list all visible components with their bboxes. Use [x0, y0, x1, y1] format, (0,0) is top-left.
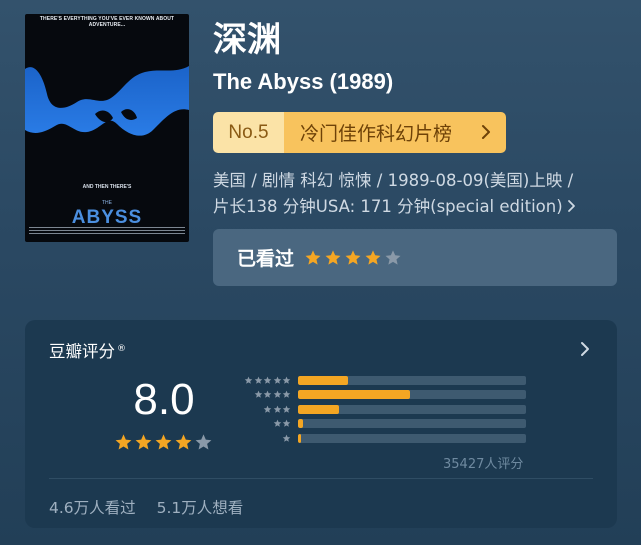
star-icon — [282, 434, 291, 442]
my-rating-box[interactable]: 已看过 — [213, 229, 617, 286]
user-rating-stars[interactable] — [304, 249, 402, 267]
star-icon — [135, 434, 152, 450]
star-icon — [155, 434, 172, 450]
meta-line-2: 片长138 分钟USA: 171 分钟(special edition) — [213, 197, 563, 216]
rating-bar-1-star — [231, 431, 526, 446]
star-icon — [282, 419, 291, 428]
bar-star-group — [231, 390, 291, 399]
star-icon — [263, 405, 272, 413]
rating-distribution — [231, 373, 526, 446]
rating-section-title-text: 豆瓣评分 — [49, 342, 115, 361]
rating-bar-2-star — [231, 417, 526, 432]
audience-stats: 4.6万人看过 5.1万人想看 — [49, 496, 259, 518]
rating-bar-5-star — [231, 373, 526, 388]
movie-meta[interactable]: 美国 / 剧情 科幻 惊悚 / 1989-08-09(美国)上映 / 片长138… — [213, 168, 623, 220]
chevron-right-icon — [482, 125, 490, 139]
bar-track — [298, 390, 526, 400]
poster-credits — [29, 227, 185, 239]
movie-poster[interactable]: THERE'S EVERYTHING YOU'VE EVER KNOWN ABO… — [25, 14, 189, 242]
bar-fill — [298, 419, 303, 429]
bar-star-group — [231, 434, 291, 443]
bar-star-group — [231, 376, 291, 385]
star-icon[interactable] — [384, 249, 402, 267]
star-icon — [273, 390, 281, 399]
bar-fill — [298, 375, 349, 385]
rating-score-stars — [114, 433, 213, 452]
star-icon — [195, 434, 212, 450]
star-icon — [273, 405, 281, 413]
star-icon — [254, 390, 262, 399]
douban-rating-card[interactable]: 豆瓣评分 ® 8.0 35427人评分 4.6万人看过 5.1万人想看 — [25, 320, 617, 528]
poster-title: ABYSS — [71, 207, 143, 228]
registered-mark: ® — [117, 344, 126, 354]
star-icon — [282, 390, 291, 399]
poster-tagline-mid: AND THEN THERE'S — [82, 184, 132, 190]
star-icon — [115, 434, 132, 450]
bar-star-group — [231, 419, 291, 428]
chevron-right-icon — [567, 200, 575, 212]
rank-list-name: 冷门佳作科幻片榜 — [300, 123, 453, 145]
rank-number: No.5 — [213, 112, 284, 153]
poster-tagline-top: THERE'S EVERYTHING YOU'VE EVER KNOWN ABO… — [39, 16, 175, 28]
rating-score: 8.0 — [133, 375, 195, 424]
rating-bar-4-star — [231, 388, 526, 403]
star-icon — [244, 376, 253, 384]
rank-list-name-wrap: 冷门佳作科幻片榜 — [284, 112, 506, 153]
bar-track — [298, 433, 526, 443]
star-icon — [263, 376, 272, 384]
watched-status-label: 已看过 — [237, 248, 295, 270]
divider — [49, 478, 593, 479]
bar-track — [298, 419, 526, 429]
star-icon[interactable] — [364, 249, 382, 267]
rank-list-button[interactable]: No.5 冷门佳作科幻片榜 — [213, 112, 506, 153]
star-icon — [282, 405, 291, 413]
rating-count: 35427人评分 — [443, 457, 524, 472]
watched-count: 4.6万人看过 — [49, 499, 136, 517]
bar-fill — [298, 404, 340, 414]
bar-fill — [298, 390, 410, 400]
bar-track — [298, 404, 526, 414]
chevron-right-icon[interactable] — [579, 341, 591, 357]
star-icon — [273, 376, 281, 384]
star-icon — [254, 376, 262, 384]
want-to-watch-count: 5.1万人想看 — [156, 499, 244, 517]
star-icon — [282, 376, 291, 384]
rating-bar-3-star — [231, 402, 526, 417]
poster-title-small: THE — [102, 200, 112, 206]
movie-title-en: The Abyss (1989) — [213, 69, 394, 94]
star-icon — [263, 390, 272, 399]
rating-section-title: 豆瓣评分 ® — [49, 338, 126, 362]
bar-track — [298, 375, 526, 385]
bar-star-group — [231, 405, 291, 414]
bar-fill — [298, 433, 302, 443]
movie-title-cn: 深渊 — [213, 20, 281, 60]
meta-line-1: 美国 / 剧情 科幻 惊悚 / 1989-08-09(美国)上映 / — [213, 171, 574, 190]
star-icon — [273, 419, 281, 428]
star-icon[interactable] — [344, 249, 362, 267]
star-icon[interactable] — [304, 249, 322, 267]
star-icon[interactable] — [324, 249, 342, 267]
meta-line-2-wrap: 片长138 分钟USA: 171 分钟(special edition) — [213, 194, 623, 220]
star-icon — [175, 434, 192, 450]
